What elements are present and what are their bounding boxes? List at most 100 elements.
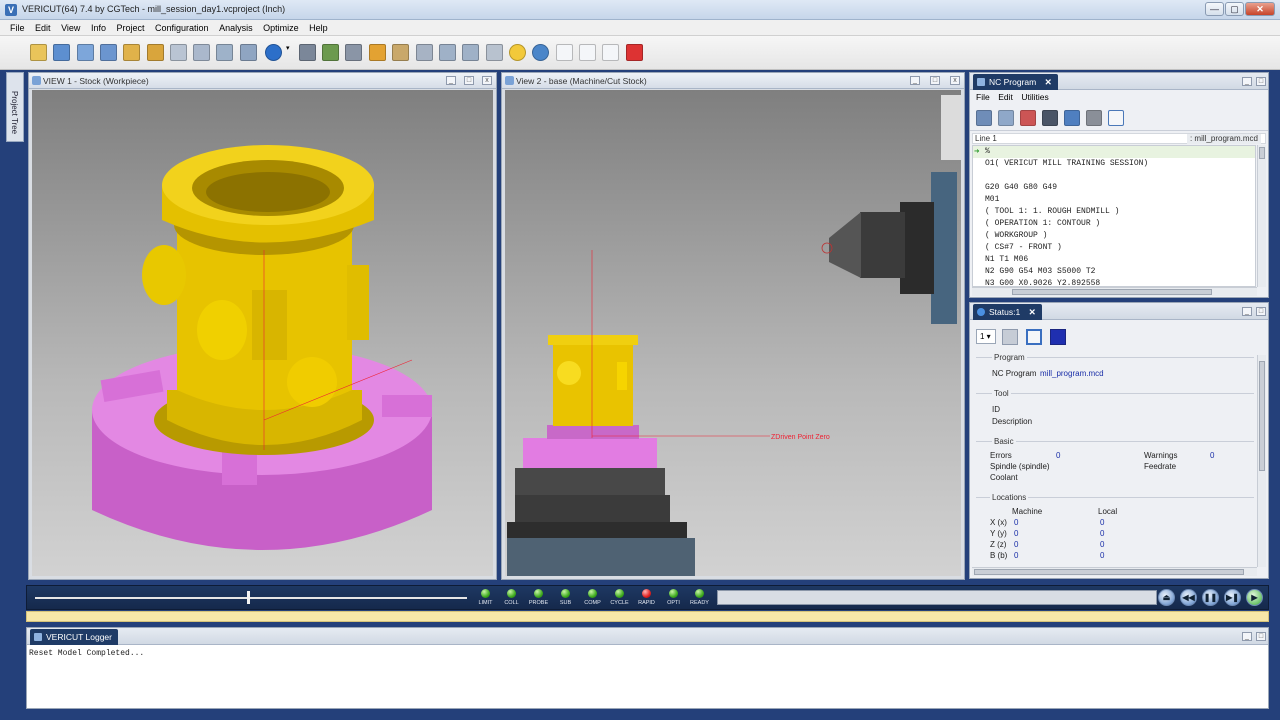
- save-icon[interactable]: [53, 44, 70, 61]
- single-view-icon[interactable]: [556, 44, 573, 61]
- probe-indicator[interactable]: PROBE: [526, 588, 551, 610]
- code-line: N2 G90 G54 M03 S5000 T2: [985, 267, 1096, 276]
- split-view-icon[interactable]: [1108, 110, 1124, 126]
- status-horizontal-scrollbar[interactable]: [972, 567, 1257, 576]
- split-vertical-icon[interactable]: [579, 44, 596, 61]
- print-icon[interactable]: [1086, 110, 1102, 126]
- view1-maximize-button[interactable]: □: [464, 76, 474, 85]
- slider-knob[interactable]: [247, 591, 250, 604]
- open-folder-icon[interactable]: [30, 44, 47, 61]
- menu-edit[interactable]: Edit: [35, 20, 51, 36]
- reset-model-button[interactable]: ⏏: [1158, 589, 1175, 606]
- nc-menu-file[interactable]: File: [976, 90, 990, 104]
- limit-indicator[interactable]: LIMIT: [473, 588, 498, 610]
- menu-project[interactable]: Project: [116, 20, 144, 36]
- status-vertical-scrollbar[interactable]: [1257, 355, 1266, 567]
- scroll-thumb[interactable]: [1259, 361, 1265, 471]
- rapid-indicator[interactable]: RAPID: [634, 588, 659, 610]
- minimize-button[interactable]: —: [1205, 2, 1224, 16]
- chevron-down-icon[interactable]: ▾: [286, 44, 292, 61]
- list-icon[interactable]: [976, 110, 992, 126]
- menu-view[interactable]: View: [61, 20, 80, 36]
- zoom-in-icon[interactable]: [439, 44, 456, 61]
- save-all-icon[interactable]: [100, 44, 117, 61]
- menu-file[interactable]: File: [10, 20, 25, 36]
- compare-icon[interactable]: [240, 44, 257, 61]
- opti-indicator[interactable]: OPTI: [661, 588, 686, 610]
- close-views-icon[interactable]: [626, 44, 643, 61]
- ready-indicator[interactable]: READY: [687, 588, 712, 610]
- view2-canvas[interactable]: ZDriven Point Zero: [505, 90, 961, 576]
- pause-button[interactable]: ❚❚: [1202, 589, 1219, 606]
- project-tree-strip[interactable]: Project Tree: [6, 72, 24, 142]
- menu-help[interactable]: Help: [309, 20, 328, 36]
- setup-icon[interactable]: [170, 44, 187, 61]
- nc-horizontal-scrollbar[interactable]: [972, 287, 1257, 296]
- nc-menu-edit[interactable]: Edit: [998, 90, 1013, 104]
- scroll-thumb[interactable]: [1259, 147, 1265, 159]
- split-horizontal-icon[interactable]: [602, 44, 619, 61]
- report-icon[interactable]: [193, 44, 210, 61]
- single-column-icon[interactable]: [1026, 329, 1042, 345]
- zoom-box-icon[interactable]: [416, 44, 433, 61]
- status-panel-minimize-button[interactable]: _: [1242, 307, 1252, 316]
- nc-code-listing[interactable]: % O1( VERICUT MILL TRAINING SESSION) G20…: [972, 145, 1256, 287]
- info-icon[interactable]: [265, 44, 282, 61]
- menu-optimize[interactable]: Optimize: [263, 20, 299, 36]
- status-selector[interactable]: 1 ▾: [976, 329, 996, 344]
- coll-indicator[interactable]: COLL: [499, 588, 524, 610]
- color-icon[interactable]: [1050, 329, 1066, 345]
- menu-configuration[interactable]: Configuration: [155, 20, 209, 36]
- play-button[interactable]: ▶: [1246, 589, 1263, 606]
- view2-maximize-button[interactable]: □: [930, 76, 940, 85]
- close-tab-icon[interactable]: ✕: [1045, 77, 1052, 87]
- measure-icon[interactable]: [392, 44, 409, 61]
- check-icon[interactable]: [1020, 110, 1036, 126]
- status-panel-restore-button[interactable]: □: [1256, 307, 1266, 316]
- view1-close-button[interactable]: x: [482, 76, 492, 85]
- list-view-icon[interactable]: [1002, 329, 1018, 345]
- logger-tab[interactable]: VERICUT Logger: [30, 629, 118, 645]
- menu-info[interactable]: Info: [91, 20, 106, 36]
- reset-view-icon[interactable]: [532, 44, 549, 61]
- cycle-indicator[interactable]: CYCLE: [607, 588, 632, 610]
- highlight-icon[interactable]: [369, 44, 386, 61]
- save-as-icon[interactable]: [77, 44, 94, 61]
- find-binoculars-icon[interactable]: [1042, 110, 1058, 126]
- undo-icon[interactable]: [1064, 110, 1080, 126]
- close-window-button[interactable]: ✕: [1245, 2, 1275, 16]
- logger-minimize-button[interactable]: _: [1242, 632, 1252, 641]
- tool-manager-icon[interactable]: [322, 44, 339, 61]
- nc-panel-minimize-button[interactable]: _: [1242, 77, 1252, 86]
- logger-restore-button[interactable]: □: [1256, 632, 1266, 641]
- rewind-button[interactable]: ◀◀: [1180, 589, 1197, 606]
- open-project-icon[interactable]: [123, 44, 140, 61]
- step-icon[interactable]: [998, 110, 1014, 126]
- scroll-thumb[interactable]: [974, 569, 1244, 575]
- step-button[interactable]: ▶❚: [1224, 589, 1241, 606]
- eject-icon: ⏏: [1162, 593, 1171, 602]
- light-icon[interactable]: [509, 44, 526, 61]
- nc-vertical-scrollbar[interactable]: [1257, 145, 1266, 287]
- animation-speed-slider[interactable]: [35, 597, 467, 599]
- view1-canvas[interactable]: [32, 90, 493, 576]
- scroll-thumb[interactable]: [1012, 289, 1212, 295]
- nc-menu-utilities[interactable]: Utilities: [1021, 90, 1048, 104]
- view1-minimize-button[interactable]: _: [446, 76, 456, 85]
- comp-indicator[interactable]: COMP: [580, 588, 605, 610]
- menu-analysis[interactable]: Analysis: [219, 20, 253, 36]
- machine-icon[interactable]: [299, 44, 316, 61]
- fit-icon[interactable]: [486, 44, 503, 61]
- view2-minimize-button[interactable]: _: [910, 76, 920, 85]
- nc-program-tab[interactable]: NC Program ✕: [973, 74, 1058, 90]
- zoom-out-icon[interactable]: [462, 44, 479, 61]
- close-tab-icon[interactable]: ✕: [1029, 307, 1036, 317]
- nc-panel-restore-button[interactable]: □: [1256, 77, 1266, 86]
- view2-close-button[interactable]: x: [950, 76, 960, 85]
- maximize-button[interactable]: ▢: [1225, 2, 1244, 16]
- cut-icon[interactable]: [345, 44, 362, 61]
- status-tab[interactable]: Status:1 ✕: [973, 304, 1042, 320]
- sub-indicator[interactable]: SUB: [553, 588, 578, 610]
- folder-icon[interactable]: [147, 44, 164, 61]
- review-icon[interactable]: [216, 44, 233, 61]
